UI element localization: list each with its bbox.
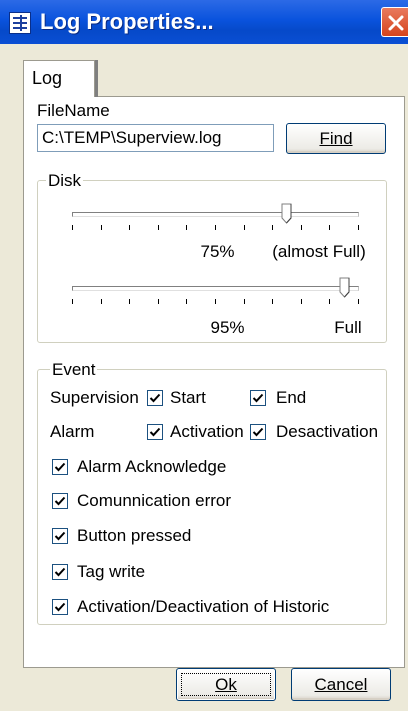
disk-slider-2-end-label: Full xyxy=(334,318,362,337)
disk-slider-1-value: 75% xyxy=(200,242,235,261)
slider-tick xyxy=(186,225,187,230)
slider-tick xyxy=(186,299,187,304)
disk-slider-2-thumb[interactable] xyxy=(339,277,351,299)
find-button-label: Find xyxy=(319,129,353,148)
supervision-label: Supervision xyxy=(50,388,139,407)
close-button[interactable] xyxy=(381,7,408,37)
cancel-button-label: Cancel xyxy=(314,675,368,694)
close-icon xyxy=(388,15,404,31)
historic-checkbox[interactable] xyxy=(52,599,68,615)
ok-button-label: Ok xyxy=(215,675,237,694)
checkmark-icon xyxy=(252,393,264,403)
alarm-deactivation-label: Desactivation xyxy=(276,422,379,441)
disk-legend: Disk xyxy=(46,171,84,191)
slider-tick xyxy=(244,299,245,304)
alarm-acknowledge-checkbox[interactable] xyxy=(52,459,68,475)
button-pressed-label: Button pressed xyxy=(77,526,192,545)
slider-tick xyxy=(244,225,245,230)
checkmark-icon xyxy=(252,427,264,437)
communication-error-checkbox[interactable] xyxy=(52,493,68,509)
slider-tick xyxy=(215,225,216,230)
slider-tick xyxy=(272,299,273,304)
find-button[interactable]: Find xyxy=(286,123,386,154)
checkmark-icon xyxy=(149,393,161,403)
slider-tick xyxy=(72,299,73,304)
slider-tick xyxy=(129,299,130,304)
slider-tick xyxy=(301,299,302,304)
alarm-activation-checkbox[interactable] xyxy=(147,424,163,440)
slider-tick xyxy=(329,225,330,230)
alarm-acknowledge-label: Alarm Acknowledge xyxy=(77,457,227,476)
checkmark-icon xyxy=(54,567,66,577)
cancel-button[interactable]: Cancel xyxy=(291,668,391,701)
slider-tick xyxy=(158,299,159,304)
button-pressed-checkbox[interactable] xyxy=(52,528,68,544)
checkmark-icon xyxy=(54,462,66,472)
checkmark-icon xyxy=(54,496,66,506)
checkmark-icon xyxy=(54,531,66,541)
alarm-label: Alarm xyxy=(50,422,95,441)
filename-input[interactable] xyxy=(37,124,274,152)
disk-slider-1-end-label: (almost Full) xyxy=(272,242,366,261)
checkmark-icon xyxy=(54,602,66,612)
window-title: Log Properties... xyxy=(40,9,214,34)
tag-write-label: Tag write xyxy=(77,562,146,581)
checkmark-icon xyxy=(149,427,161,437)
communication-error-label: Comunnication error xyxy=(77,491,232,510)
filename-label: FileName xyxy=(37,101,110,120)
slider-tick xyxy=(329,299,330,304)
slider-tick xyxy=(101,225,102,230)
slider-tick xyxy=(158,225,159,230)
disk-slider-1-track[interactable] xyxy=(72,212,359,217)
disk-slider-2-track[interactable] xyxy=(72,286,359,291)
historic-label: Activation/Deactivation of Historic xyxy=(77,597,330,616)
supervision-start-checkbox[interactable] xyxy=(147,390,163,406)
disk-slider-1-thumb[interactable] xyxy=(281,203,293,225)
slider-tick xyxy=(72,225,73,230)
disk-slider-2-ticks xyxy=(72,299,359,305)
tab-edge xyxy=(95,60,98,97)
slider-tick xyxy=(215,299,216,304)
slider-tick xyxy=(129,225,130,230)
app-icon xyxy=(9,12,31,34)
event-legend: Event xyxy=(50,360,98,380)
tab-log[interactable]: Log xyxy=(23,60,95,97)
slider-tick xyxy=(101,299,102,304)
slider-tick xyxy=(358,299,359,304)
supervision-end-label: End xyxy=(276,388,307,407)
tag-write-checkbox[interactable] xyxy=(52,564,68,580)
alarm-deactivation-checkbox[interactable] xyxy=(250,424,266,440)
ok-button[interactable]: Ok xyxy=(176,668,276,701)
slider-tick xyxy=(301,225,302,230)
disk-slider-1-ticks xyxy=(72,225,359,231)
tab-log-label: Log xyxy=(32,68,63,88)
disk-slider-2-value: 95% xyxy=(210,318,245,337)
alarm-activation-label: Activation xyxy=(170,422,244,441)
slider-tick xyxy=(272,225,273,230)
supervision-start-label: Start xyxy=(170,388,206,407)
supervision-end-checkbox[interactable] xyxy=(250,390,266,406)
slider-tick xyxy=(358,225,359,230)
